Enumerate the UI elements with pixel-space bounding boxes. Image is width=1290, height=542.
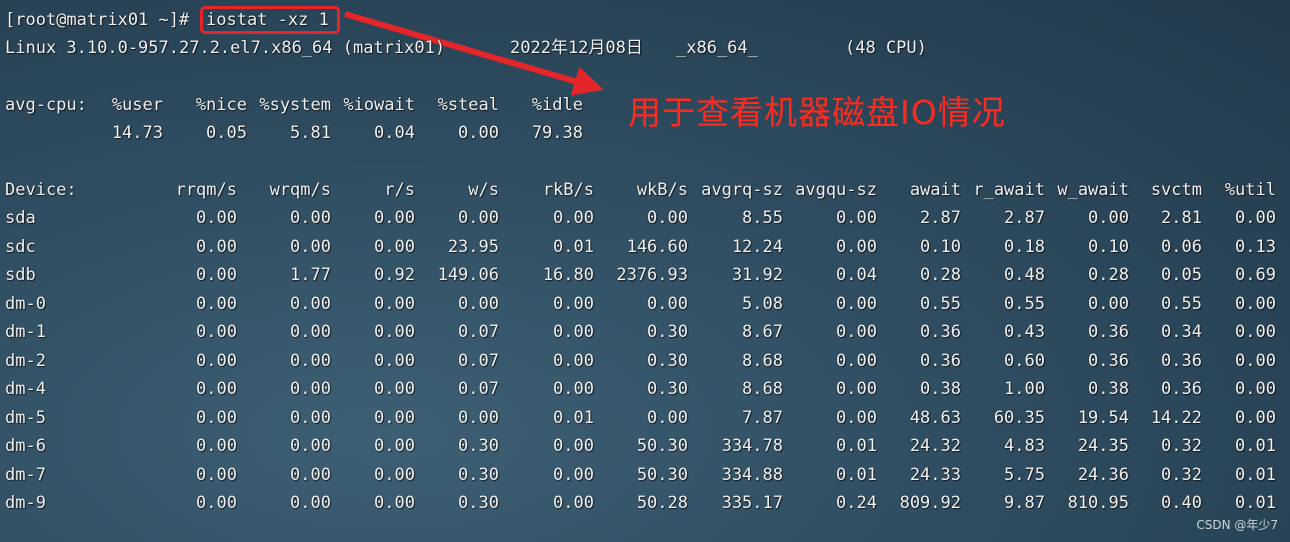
device-name: dm-7 [5,465,46,485]
kernel-info: Linux 3.10.0-957.27.2.el7.x86_64 (matrix… [5,38,446,58]
device-name: dm-6 [5,436,46,456]
cpu-value: 79.38 [531,123,583,143]
device-name: dm-4 [5,379,46,399]
table-cell: 0.00 [1235,379,1276,399]
terminal-window[interactable]: [root@matrix01 ~]# iostat -xz 1 Linux 3.… [0,0,1290,542]
table-cell: 0.00 [458,294,499,314]
table-cell: 0.13 [1235,237,1276,257]
table-cell: 0.00 [1235,322,1276,342]
column-header: Device: [5,180,77,200]
table-cell: 0.30 [647,351,688,371]
table-cell: 0.30 [458,493,499,513]
table-cell: 0.69 [1235,265,1276,285]
table-cell: 146.60 [626,237,688,257]
device-name: dm-1 [5,322,46,342]
cpu-header: %idle [531,95,583,115]
table-cell: 50.28 [636,493,688,513]
watermark: CSDN @年少7 [1196,518,1278,532]
device-name: sda [5,208,36,228]
device-name: dm-0 [5,294,46,314]
command-highlight-box [200,6,340,34]
table-cell: 0.30 [647,322,688,342]
shell-prompt: [root@matrix01 ~]# [5,10,190,30]
table-cell: 0.00 [458,408,499,428]
table-cell: 0.00 [647,208,688,228]
device-name: dm-5 [5,408,46,428]
cpu-count: (48 CPU) [845,38,927,58]
table-cell: 0.07 [458,351,499,371]
table-cell: 0.07 [458,379,499,399]
column-header: %util [1224,180,1276,200]
table-cell: 0.00 [1235,408,1276,428]
table-cell: 0.00 [1235,351,1276,371]
table-cell: 0.30 [647,379,688,399]
arch-info: _x86_64_ [676,38,758,58]
table-cell: 149.06 [437,265,499,285]
column-header: w/s [468,180,499,200]
device-name: sdc [5,237,36,257]
device-name: sdb [5,265,36,285]
table-cell: 2376.93 [616,265,688,285]
annotation-text: 用于查看机器磁盘IO情况 [628,93,1006,132]
device-name: dm-2 [5,351,46,371]
table-cell: 0.01 [1235,465,1276,485]
table-cell: 50.30 [636,465,688,485]
table-cell: 50.30 [636,436,688,456]
table-cell: 0.01 [1235,493,1276,513]
table-cell: 0.30 [458,465,499,485]
table-cell: 0.00 [647,408,688,428]
date-info: 2022年12月08日 [510,38,643,58]
table-cell: 0.30 [458,436,499,456]
table-cell: 0.00 [1235,294,1276,314]
column-header: wkB/s [636,180,688,200]
table-cell: 23.95 [447,237,499,257]
table-cell: 0.07 [458,322,499,342]
table-cell: 0.00 [647,294,688,314]
table-cell: 0.00 [458,208,499,228]
table-cell: 0.00 [1235,208,1276,228]
device-name: dm-9 [5,493,46,513]
table-cell: 0.01 [1235,436,1276,456]
